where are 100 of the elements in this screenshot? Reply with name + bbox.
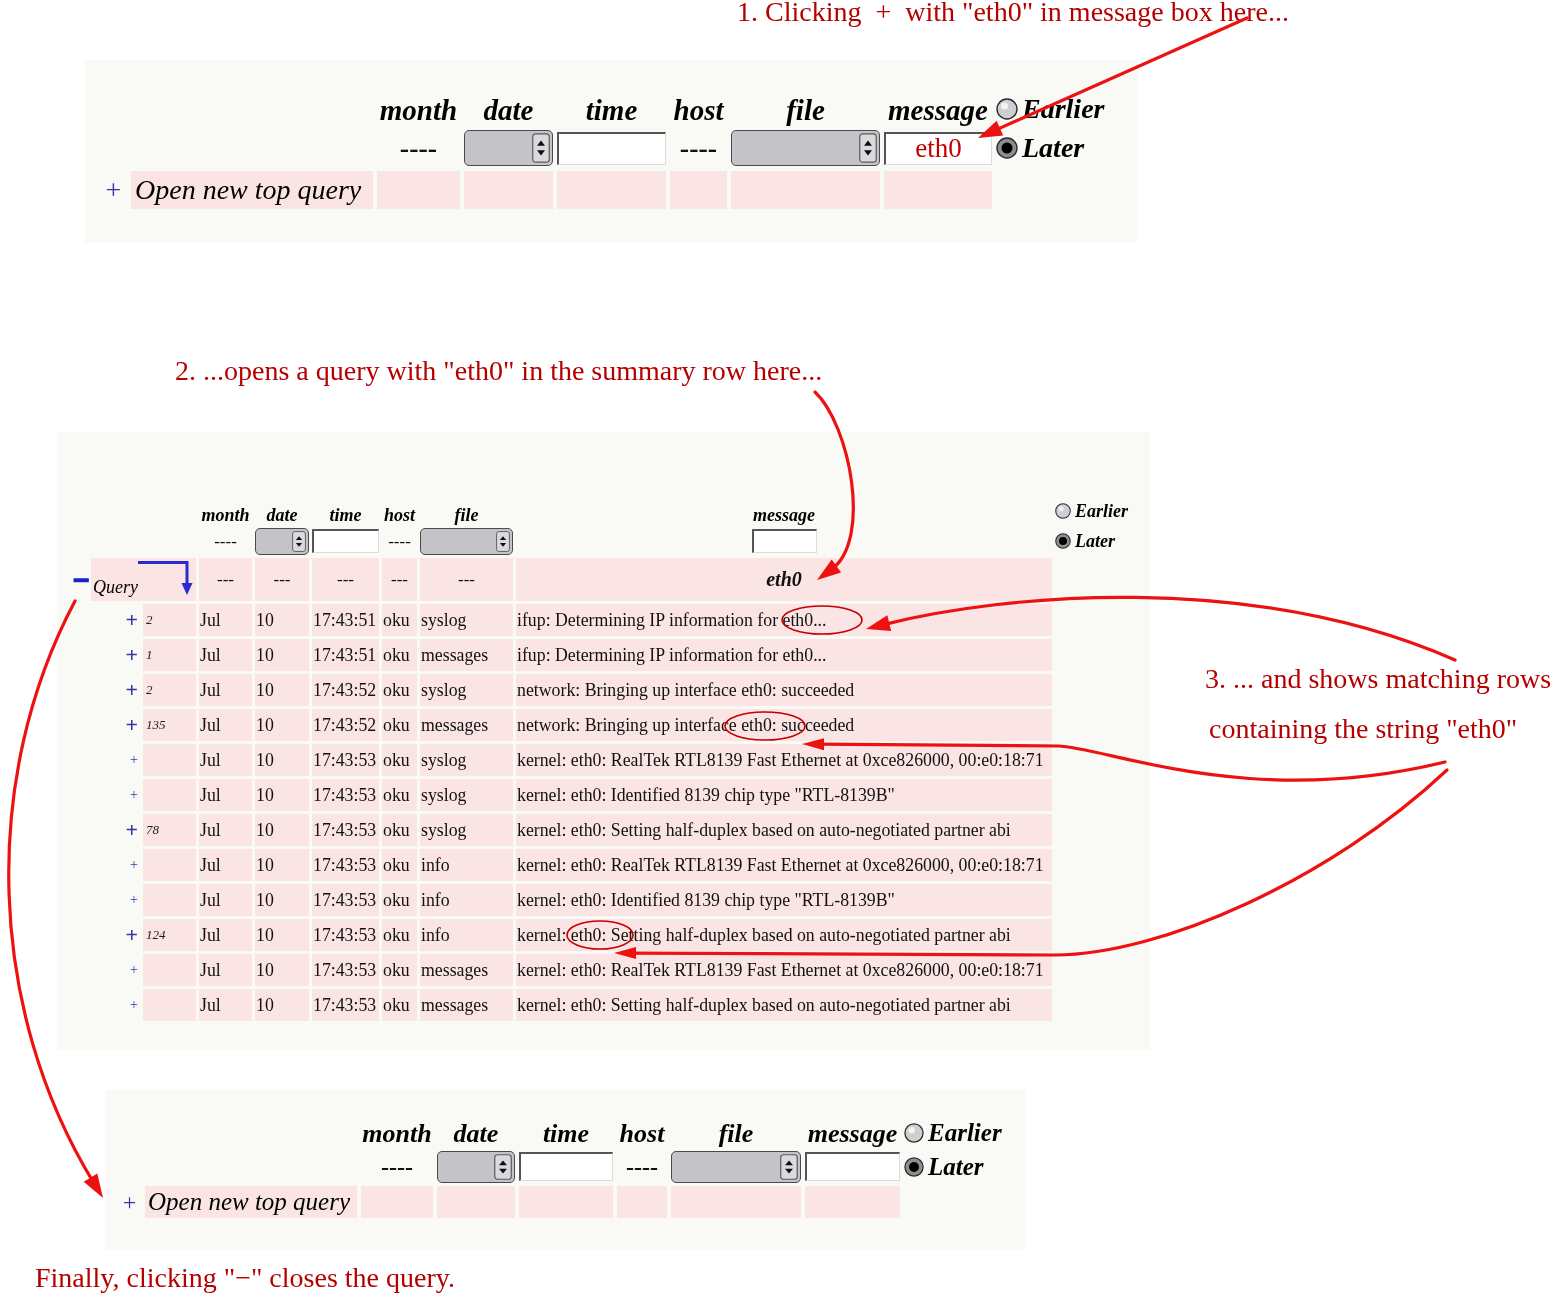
host-cell: oku bbox=[382, 604, 417, 636]
column-header: file bbox=[786, 96, 825, 125]
count-cell: 135 bbox=[143, 709, 196, 741]
time-cell: 17:43:53 bbox=[312, 814, 379, 846]
time-cell: 17:43:53 bbox=[312, 954, 379, 986]
collapse-query-button[interactable]: − bbox=[72, 568, 91, 591]
host-cell: oku bbox=[382, 709, 417, 741]
radio-option[interactable]: Earlier bbox=[904, 1118, 1002, 1147]
expand-row-button[interactable]: + bbox=[125, 644, 138, 666]
expand-row-button[interactable]: + bbox=[125, 679, 138, 701]
open-query-label: Open new top query bbox=[131, 171, 373, 209]
radio-option[interactable]: Later bbox=[996, 133, 1085, 163]
column-header: time bbox=[585, 96, 638, 125]
message-cell: kernel: eth0: RealTek RTL8139 Fast Ethernet at 0xce826000, 00:e0:18:71 bbox=[516, 954, 1052, 986]
time-cell: 17:43:52 bbox=[312, 674, 379, 706]
file-cell: info bbox=[420, 884, 513, 916]
radio-option[interactable]: Earlier bbox=[1055, 501, 1128, 521]
message-field[interactable] bbox=[805, 1152, 900, 1181]
radio-option[interactable]: Later bbox=[1055, 531, 1115, 551]
date-cell: 10 bbox=[255, 674, 309, 706]
host-cell: oku bbox=[382, 639, 417, 671]
annotation-text: containing the string "eth0" bbox=[1209, 712, 1518, 746]
time-field[interactable] bbox=[312, 529, 379, 553]
month-value: ---- bbox=[399, 134, 438, 162]
month-cell: Jul bbox=[199, 884, 252, 916]
message-field[interactable] bbox=[751, 529, 817, 553]
host-cell: oku bbox=[382, 849, 417, 881]
file-select[interactable] bbox=[731, 130, 880, 166]
time-cell: 17:43:53 bbox=[312, 744, 379, 776]
file-select[interactable] bbox=[420, 527, 513, 555]
month-cell: Jul bbox=[199, 744, 252, 776]
expand-row-button[interactable]: + bbox=[130, 788, 138, 802]
column-header: month bbox=[362, 1121, 432, 1147]
time-cell: 17:43:53 bbox=[312, 919, 379, 951]
expand-row-button[interactable]: + bbox=[130, 963, 138, 977]
expand-row-button[interactable]: + bbox=[130, 753, 138, 767]
count-cell: 1 bbox=[143, 639, 196, 671]
corner-arrow-icon bbox=[138, 560, 194, 596]
host-value: ---- bbox=[679, 134, 718, 162]
expand-row-button[interactable]: + bbox=[130, 893, 138, 907]
column-header: file bbox=[718, 1121, 754, 1147]
column-header: host bbox=[619, 1121, 665, 1147]
message-field[interactable]: eth0 bbox=[884, 131, 992, 165]
radio-option[interactable]: Later bbox=[904, 1152, 984, 1181]
summary-cell: --- bbox=[312, 558, 379, 601]
annotation-text: Finally, clicking "−" closes the query. bbox=[35, 1263, 455, 1293]
expand-row-button[interactable]: + bbox=[125, 609, 138, 631]
date-cell: 10 bbox=[255, 709, 309, 741]
expand-row-button[interactable]: + bbox=[125, 714, 138, 736]
month-cell: Jul bbox=[199, 674, 252, 706]
column-header: date bbox=[453, 1121, 499, 1147]
time-field[interactable] bbox=[557, 131, 666, 165]
date-cell: 10 bbox=[255, 884, 309, 916]
column-header: month bbox=[379, 96, 458, 125]
file-cell: messages bbox=[420, 989, 513, 1021]
time-field[interactable] bbox=[519, 1152, 613, 1181]
date-cell: 10 bbox=[255, 989, 309, 1021]
time-cell: 17:43:51 bbox=[312, 639, 379, 671]
message-cell: ifup: Determining IP information for eth0... bbox=[516, 604, 1052, 636]
open-query-button[interactable]: + bbox=[122, 1190, 137, 1214]
host-cell: oku bbox=[382, 814, 417, 846]
file-select[interactable] bbox=[671, 1150, 801, 1183]
open-query-button[interactable]: + bbox=[105, 176, 122, 204]
summary-cell: --- bbox=[420, 558, 513, 601]
expand-row-button[interactable]: + bbox=[130, 858, 138, 872]
count-cell: 124 bbox=[143, 919, 196, 951]
expand-row-button[interactable]: + bbox=[125, 819, 138, 841]
file-cell: info bbox=[420, 919, 513, 951]
file-cell: syslog bbox=[420, 604, 513, 636]
date-select[interactable] bbox=[437, 1150, 515, 1183]
summary-cell: --- bbox=[199, 558, 252, 601]
count-cell: 78 bbox=[143, 814, 196, 846]
time-cell: 17:43:53 bbox=[312, 849, 379, 881]
month-cell: Jul bbox=[199, 954, 252, 986]
summary-cell: --- bbox=[382, 558, 417, 601]
month-cell: Jul bbox=[199, 989, 252, 1021]
expand-row-button[interactable]: + bbox=[130, 998, 138, 1012]
date-select[interactable] bbox=[255, 527, 309, 555]
date-cell: 10 bbox=[255, 919, 309, 951]
column-header: file bbox=[454, 506, 479, 524]
column-header: date bbox=[266, 506, 298, 524]
month-cell: Jul bbox=[199, 919, 252, 951]
column-header: time bbox=[329, 506, 362, 524]
host-cell: oku bbox=[382, 884, 417, 916]
date-cell: 10 bbox=[255, 639, 309, 671]
message-cell: kernel: eth0: RealTek RTL8139 Fast Ethernet at 0xce826000, 00:e0:18:71 bbox=[516, 849, 1052, 881]
message-cell: kernel: eth0: Setting half-duplex based on auto-negotiated partner abi bbox=[516, 814, 1052, 846]
date-cell: 10 bbox=[255, 604, 309, 636]
summary-cell: eth0 bbox=[516, 558, 1052, 601]
date-select[interactable] bbox=[464, 130, 553, 166]
column-header: time bbox=[542, 1121, 590, 1147]
time-cell: 17:43:52 bbox=[312, 709, 379, 741]
time-cell: 17:43:53 bbox=[312, 884, 379, 916]
host-cell: oku bbox=[382, 744, 417, 776]
query-label: Query bbox=[93, 578, 138, 598]
month-cell: Jul bbox=[199, 849, 252, 881]
expand-row-button[interactable]: + bbox=[125, 924, 138, 946]
file-cell: messages bbox=[420, 639, 513, 671]
month-cell: Jul bbox=[199, 814, 252, 846]
annotation-text: 1. Clicking + with "eth0" in message box here... bbox=[737, 0, 1289, 27]
